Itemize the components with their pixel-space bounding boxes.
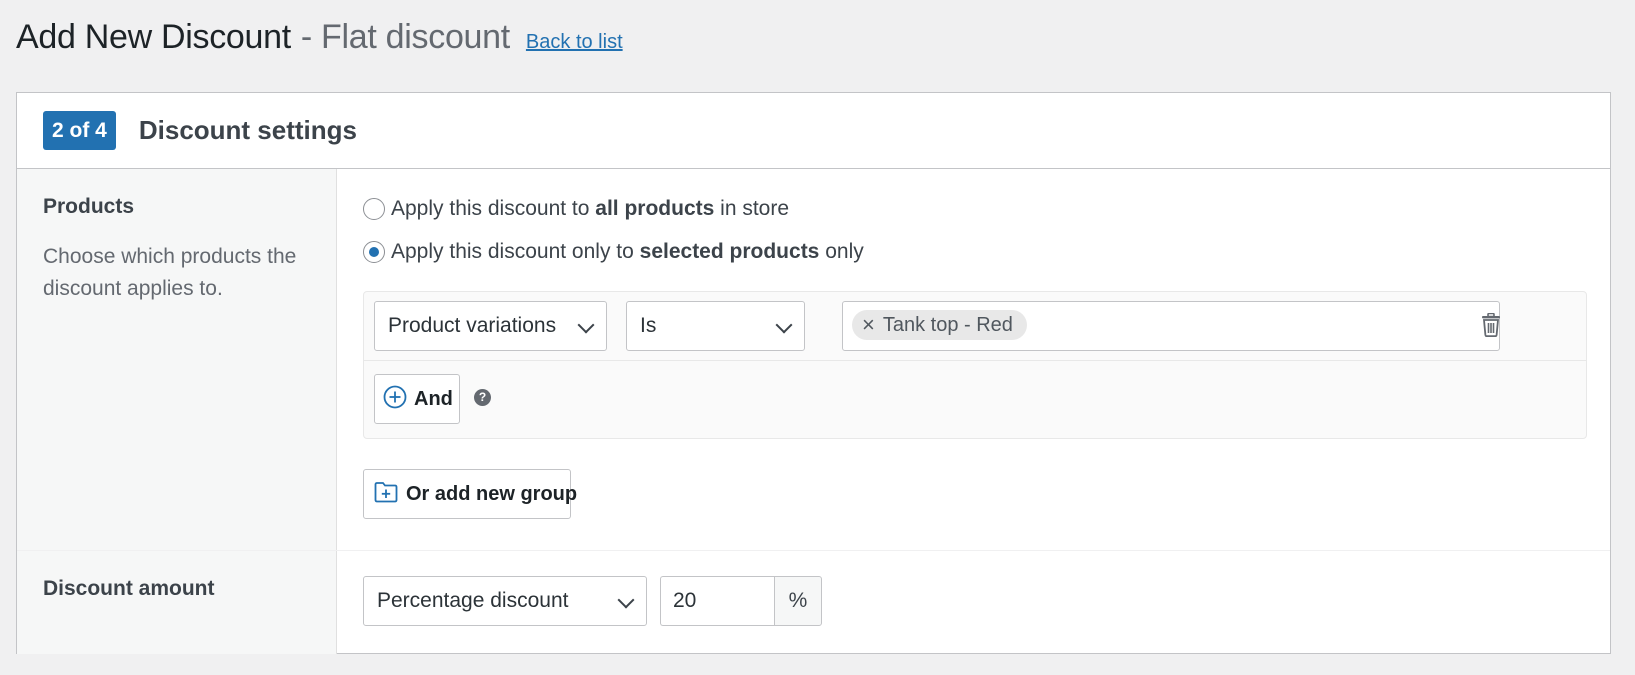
radio-label-suffix: in store <box>714 197 790 220</box>
step-badge: 2 of 4 <box>43 111 116 150</box>
discount-amount-label: Discount amount <box>43 577 215 600</box>
radio-button-all-products[interactable] <box>363 198 385 220</box>
chevron-down-icon <box>617 591 635 609</box>
discount-settings-card: 2 of 4 Discount settings Products Choose… <box>16 92 1611 654</box>
trash-icon[interactable] <box>1481 312 1501 342</box>
card-title: Discount settings <box>138 115 357 145</box>
amount-label-col: Discount amount <box>17 551 337 654</box>
radio-button-selected-products[interactable] <box>363 241 385 263</box>
condition-operator-select[interactable]: Is <box>626 301 805 351</box>
folder-plus-icon <box>374 481 398 508</box>
plus-circle-icon <box>383 385 407 414</box>
condition-operator-value: Is <box>640 314 657 337</box>
product-tag: × Tank top - Red <box>852 310 1027 340</box>
discount-type-select[interactable]: Percentage discount <box>363 576 647 626</box>
page-subtitle: - Flat discount <box>300 18 510 56</box>
products-field-col: Apply this discount to all products in s… <box>337 169 1610 550</box>
and-button-label: And <box>414 387 453 410</box>
page-header: Add New Discount - Flat discount Back to… <box>16 18 623 57</box>
card-header: 2 of 4 Discount settings <box>17 93 1610 169</box>
radio-selected-products[interactable]: Apply this discount only to selected pro… <box>363 240 864 264</box>
back-to-list-link[interactable]: Back to list <box>526 31 623 54</box>
discount-type-value: Percentage discount <box>377 589 569 612</box>
condition-field-value: Product variations <box>388 314 557 337</box>
discount-amount-row: Discount amount Percentage discount % <box>17 551 1610 654</box>
product-tag-label: Tank top - Red <box>882 313 1013 336</box>
remove-tag-icon[interactable]: × <box>862 312 875 338</box>
products-label: Products <box>43 195 135 218</box>
page-title: Add New Discount <box>16 18 291 56</box>
products-row: Products Choose which products the disco… <box>17 169 1610 551</box>
products-label-col: Products Choose which products the disco… <box>17 169 337 550</box>
condition-row: Product variations Is × Tank top - Red <box>364 292 1586 361</box>
chevron-down-icon <box>775 316 793 334</box>
product-tags-input[interactable]: × Tank top - Red <box>842 301 1500 351</box>
radio-label-prefix: Apply this discount only to <box>391 240 640 263</box>
condition-group: Product variations Is × Tank top - Red A… <box>363 291 1587 439</box>
radio-label-bold: all products <box>595 197 715 220</box>
add-and-condition-button[interactable]: And <box>374 374 460 424</box>
condition-field-select[interactable]: Product variations <box>374 301 607 351</box>
radio-all-products[interactable]: Apply this discount to all products in s… <box>363 197 789 221</box>
products-description: Choose which products the discount appli… <box>43 245 297 300</box>
chevron-down-icon <box>577 316 595 334</box>
add-new-group-button[interactable]: Or add new group <box>363 469 577 519</box>
add-group-label: Or add new group <box>406 482 578 505</box>
radio-label-prefix: Apply this discount to <box>391 197 596 220</box>
radio-label-bold: selected products <box>639 240 820 263</box>
discount-value-input[interactable] <box>660 576 774 626</box>
radio-label-suffix: only <box>819 240 864 263</box>
help-icon[interactable]: ? <box>474 389 491 406</box>
amount-field-col: Percentage discount % <box>337 551 1610 654</box>
percent-suffix: % <box>774 576 822 626</box>
